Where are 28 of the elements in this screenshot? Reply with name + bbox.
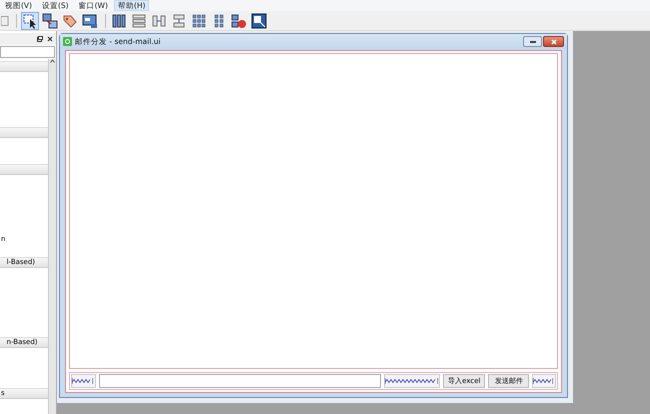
close-icon [550, 38, 556, 44]
spacer [71, 374, 96, 388]
pointer-icon [22, 12, 38, 28]
app-logo-icon [63, 37, 72, 46]
minimize-button[interactable] [523, 36, 542, 47]
scrollbar[interactable] [48, 59, 56, 414]
toolbar-button[interactable] [250, 12, 268, 30]
filter-field[interactable] [0, 46, 55, 58]
float-icon [37, 36, 43, 42]
spacer [532, 374, 556, 388]
input-field[interactable] [98, 374, 382, 388]
break-icon [231, 12, 247, 28]
toolbar-button[interactable] [190, 12, 208, 30]
toolbar-button[interactable] [230, 12, 248, 30]
resize-icon [251, 12, 267, 28]
minimize-icon [530, 40, 536, 43]
grid-icon [191, 12, 207, 28]
columns-icon [111, 12, 127, 28]
close-button[interactable] [543, 36, 564, 47]
close-icon [47, 36, 53, 42]
tag-icon [62, 12, 78, 28]
spacer [384, 374, 440, 388]
toolbar-button[interactable] [81, 12, 99, 30]
toolbar-button[interactable] [41, 12, 59, 30]
toolbar-button[interactable] [21, 12, 39, 30]
link-icon [42, 12, 58, 28]
order-icon [82, 12, 98, 28]
toolbar-button[interactable] [110, 12, 128, 30]
